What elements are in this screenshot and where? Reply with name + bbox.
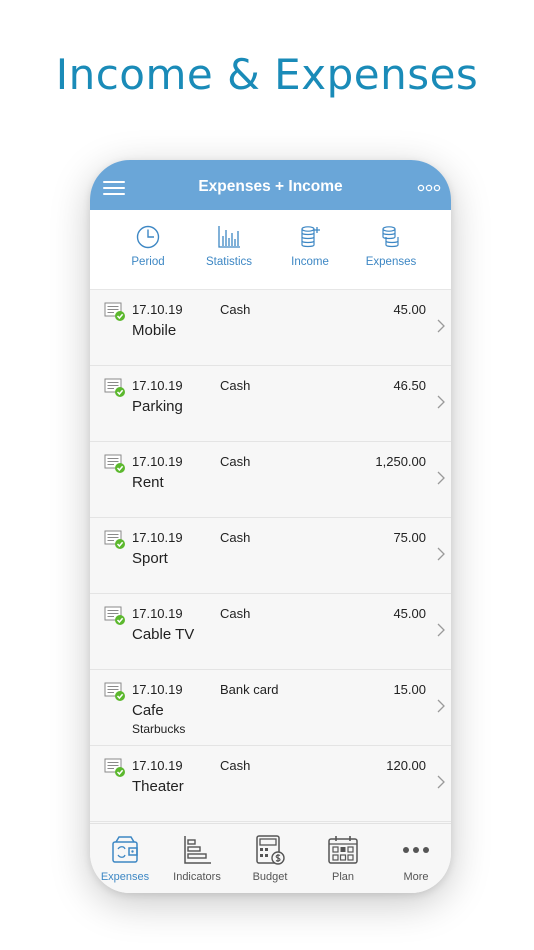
tab-income[interactable]: Income bbox=[270, 224, 350, 268]
coins-minus-icon bbox=[382, 226, 399, 248]
bottom-tab-plan[interactable]: Plan bbox=[307, 834, 379, 883]
transaction-date: 17.10.19 bbox=[132, 606, 183, 621]
more-icon bbox=[403, 847, 429, 853]
chevron-right-icon bbox=[437, 547, 445, 561]
transaction-category: Rent bbox=[132, 474, 164, 491]
tab-statistics-label: Statistics bbox=[205, 256, 252, 268]
calendar-icon bbox=[328, 836, 358, 864]
wallet-icon bbox=[112, 836, 138, 863]
transaction-row[interactable]: 17.10.19 Cash 1,250.00 Rent bbox=[90, 442, 451, 518]
chevron-right-icon bbox=[437, 395, 445, 409]
tab-period-label: Period bbox=[131, 256, 165, 268]
bottom-tab-indicators-label: Indicators bbox=[173, 871, 221, 883]
transaction-row[interactable]: 17.10.19 Cash 46.50 Parking bbox=[90, 366, 451, 442]
transaction-account: Cash bbox=[220, 530, 251, 545]
transaction-date: 17.10.19 bbox=[132, 682, 183, 697]
bottom-tab-expenses[interactable]: Expenses bbox=[90, 834, 161, 883]
transaction-amount: 75.00 bbox=[393, 530, 426, 545]
transaction-amount: 46.50 bbox=[393, 378, 426, 393]
transaction-category: Sport bbox=[132, 550, 168, 567]
transaction-list: 17.10.19 Cash 45.00 Mobile 17.10.19 Cash… bbox=[90, 290, 451, 822]
tab-income-label: Income bbox=[291, 256, 329, 268]
confirmed-check-icon bbox=[104, 758, 125, 777]
chevron-right-icon bbox=[437, 775, 445, 789]
confirmed-check-icon bbox=[104, 682, 125, 701]
transaction-amount: 1,250.00 bbox=[375, 454, 426, 469]
tab-period[interactable]: Period bbox=[108, 224, 188, 268]
nav-bar: Expenses + Income bbox=[90, 160, 451, 210]
transaction-category: Parking bbox=[132, 398, 183, 415]
transaction-account: Cash bbox=[220, 758, 251, 773]
bottom-tab-more[interactable]: More bbox=[380, 834, 451, 883]
tab-expenses[interactable]: Expenses bbox=[351, 224, 431, 268]
page-headline: Income & Expenses bbox=[55, 50, 479, 99]
bottom-tab-expenses-label: Expenses bbox=[100, 871, 150, 883]
chevron-right-icon bbox=[437, 699, 445, 713]
transaction-row[interactable]: 17.10.19 Bank card 15.00 Cafe Starbucks bbox=[90, 670, 451, 746]
transaction-category: Mobile bbox=[132, 322, 177, 339]
bottom-tab-plan-label: Plan bbox=[331, 871, 355, 883]
coins-plus-icon bbox=[301, 226, 320, 248]
transaction-account: Cash bbox=[220, 302, 251, 317]
chevron-right-icon bbox=[437, 471, 445, 485]
confirmed-check-icon bbox=[104, 606, 125, 625]
transaction-amount: 45.00 bbox=[393, 606, 426, 621]
tab-statistics[interactable]: Statistics bbox=[189, 224, 269, 268]
more-options-icon[interactable] bbox=[417, 184, 441, 192]
bottom-tab-more-label: More bbox=[403, 871, 429, 883]
bottom-tab-budget-label: Budget bbox=[252, 871, 288, 883]
transaction-account: Cash bbox=[220, 378, 251, 393]
indicators-icon bbox=[184, 836, 211, 864]
transaction-row[interactable]: 17.10.19 Cash 75.00 Sport bbox=[90, 518, 451, 594]
confirmed-check-icon bbox=[104, 302, 125, 321]
transaction-date: 17.10.19 bbox=[132, 378, 183, 393]
transaction-date: 17.10.19 bbox=[132, 758, 183, 773]
transaction-category: Cable TV bbox=[132, 626, 195, 643]
phone-frame: Expenses + Income Period Statistics Inco… bbox=[90, 160, 451, 893]
transaction-amount: 15.00 bbox=[393, 682, 426, 697]
transaction-account: Cash bbox=[220, 606, 251, 621]
transaction-account: Cash bbox=[220, 454, 251, 469]
transaction-account: Bank card bbox=[220, 682, 279, 697]
confirmed-check-icon bbox=[104, 378, 125, 397]
clock-icon bbox=[136, 225, 160, 249]
bottom-tab-budget[interactable]: Budget bbox=[234, 834, 306, 883]
chevron-right-icon bbox=[437, 623, 445, 637]
transaction-row[interactable]: 17.10.19 Cash 45.00 Cable TV bbox=[90, 594, 451, 670]
tab-expenses-label: Expenses bbox=[365, 256, 417, 268]
transaction-amount: 120.00 bbox=[386, 758, 426, 773]
bottom-tab-indicators[interactable]: Indicators bbox=[161, 834, 233, 883]
confirmed-check-icon bbox=[104, 530, 125, 549]
transaction-row[interactable]: 17.10.19 Cash 45.00 Mobile bbox=[90, 290, 451, 366]
transaction-amount: 45.00 bbox=[393, 302, 426, 317]
transaction-row[interactable]: 17.10.19 Cash 120.00 Theater bbox=[90, 746, 451, 822]
budget-calculator-icon bbox=[256, 835, 285, 865]
transaction-date: 17.10.19 bbox=[132, 302, 183, 317]
bottom-tab-bar: Expenses Indicators Budget Plan More bbox=[90, 823, 451, 893]
transaction-note: Starbucks bbox=[132, 722, 186, 736]
transaction-category: Cafe bbox=[132, 702, 164, 719]
bar-chart-icon bbox=[218, 226, 240, 248]
filter-tabs: Period Statistics Income Expenses bbox=[90, 210, 451, 290]
transaction-date: 17.10.19 bbox=[132, 530, 183, 545]
confirmed-check-icon bbox=[104, 454, 125, 473]
nav-title: Expenses + Income bbox=[198, 178, 343, 195]
transaction-category: Theater bbox=[132, 778, 184, 795]
chevron-right-icon bbox=[437, 319, 445, 333]
transaction-date: 17.10.19 bbox=[132, 454, 183, 469]
